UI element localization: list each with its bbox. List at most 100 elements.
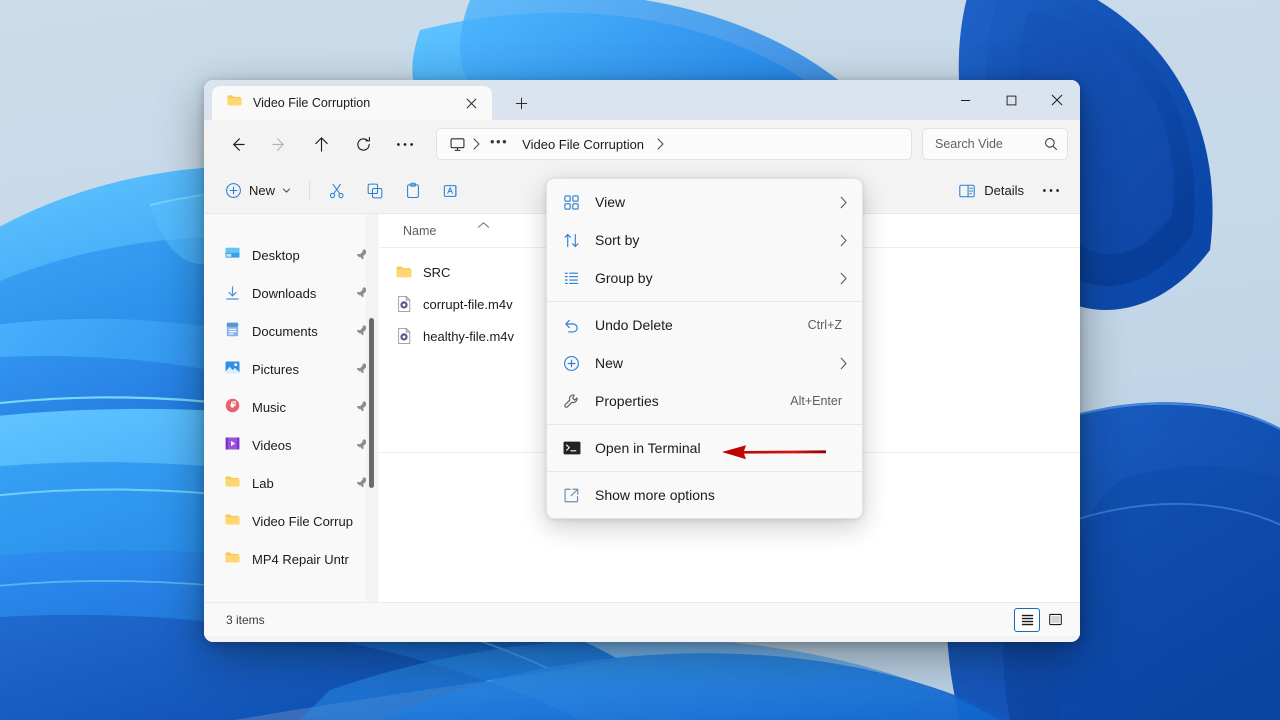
tab-close-icon[interactable] xyxy=(458,90,484,116)
large-icons-view-icon[interactable] xyxy=(1042,608,1068,632)
sidebar-item-desktop[interactable]: Desktop xyxy=(204,236,379,274)
sidebar-item-mp4-repair[interactable]: MP4 Repair Untr xyxy=(204,540,379,578)
minimize-icon[interactable] xyxy=(942,80,988,120)
monitor-icon[interactable] xyxy=(449,136,466,153)
sidebar-item-video-file-corruption[interactable]: Video File Corrup xyxy=(204,502,379,540)
new-button[interactable]: New xyxy=(218,177,301,204)
menu-item-label: View xyxy=(595,194,626,210)
forward-button[interactable] xyxy=(262,128,296,160)
address-bar[interactable]: ••• Video File Corruption xyxy=(436,128,912,160)
folder-icon xyxy=(226,92,243,114)
music-icon xyxy=(224,397,241,417)
menu-item-label: Undo Delete xyxy=(595,317,673,333)
sidebar-item-label: Lab xyxy=(252,475,274,491)
sidebar-item-label: Video File Corrup xyxy=(252,513,353,529)
new-button-label: New xyxy=(249,183,276,198)
navigation-pane: Desktop Downloads Documents Pictures Mus… xyxy=(204,214,379,602)
details-pane-icon xyxy=(958,182,976,200)
navigation-bar: ••• Video File Corruption Search Vide xyxy=(204,120,1080,168)
context-menu: View Sort by Group by Undo Delete Ctrl+Z xyxy=(546,178,863,519)
tab-title: Video File Corruption xyxy=(253,96,371,110)
documents-icon xyxy=(224,321,241,341)
maximize-icon[interactable] xyxy=(988,80,1034,120)
see-more-button[interactable] xyxy=(1034,175,1068,207)
menu-item-label: Group by xyxy=(595,270,653,286)
search-icon[interactable] xyxy=(1044,137,1058,151)
sidebar-item-videos[interactable]: Videos xyxy=(204,426,379,464)
folder-icon xyxy=(224,511,241,531)
column-header-name[interactable]: Name xyxy=(403,224,436,238)
undo-icon xyxy=(563,317,595,334)
window-controls xyxy=(942,80,1080,120)
file-name: corrupt-file.m4v xyxy=(423,296,513,312)
menu-item-show-more-options[interactable]: Show more options xyxy=(547,476,862,514)
search-placeholder: Search Vide xyxy=(935,137,1003,151)
menu-item-accelerator: Ctrl+Z xyxy=(807,318,842,332)
menu-separator xyxy=(547,424,862,425)
navigation-pane-scrollbar[interactable] xyxy=(366,214,378,602)
menu-item-properties[interactable]: Properties Alt+Enter xyxy=(547,382,862,420)
menu-item-label: Sort by xyxy=(595,232,640,248)
pictures-icon xyxy=(224,359,241,379)
chevron-right-icon xyxy=(839,272,848,285)
chevron-right-icon xyxy=(839,196,848,209)
copy-button[interactable] xyxy=(356,175,394,207)
refresh-button[interactable] xyxy=(346,128,380,160)
paste-button[interactable] xyxy=(394,175,432,207)
cut-button[interactable] xyxy=(318,175,356,207)
videos-icon xyxy=(224,435,241,455)
menu-separator xyxy=(547,301,862,302)
details-pane-label: Details xyxy=(984,183,1024,198)
sidebar-item-label: Music xyxy=(252,399,286,415)
folder-icon xyxy=(224,473,241,493)
up-button[interactable] xyxy=(304,128,338,160)
sort-icon xyxy=(563,232,595,249)
sidebar-item-pictures[interactable]: Pictures xyxy=(204,350,379,388)
menu-item-undo-delete[interactable]: Undo Delete Ctrl+Z xyxy=(547,306,862,344)
status-bar: 3 items xyxy=(204,602,1080,636)
plus-circle-icon xyxy=(563,355,595,372)
sidebar-item-downloads[interactable]: Downloads xyxy=(204,274,379,312)
sidebar-item-lab[interactable]: Lab xyxy=(204,464,379,502)
desktop-icon xyxy=(224,245,241,265)
recent-locations-button[interactable] xyxy=(388,128,422,160)
video-file-icon xyxy=(395,295,413,313)
back-button[interactable] xyxy=(220,128,254,160)
menu-item-sort-by[interactable]: Sort by xyxy=(547,221,862,259)
breadcrumb-overflow[interactable]: ••• xyxy=(486,134,512,155)
details-pane-button[interactable]: Details xyxy=(948,177,1034,205)
rename-button[interactable] xyxy=(432,175,470,207)
command-separator xyxy=(309,180,311,201)
item-count-label: 3 items xyxy=(226,612,265,627)
breadcrumb-separator-trailing[interactable] xyxy=(654,138,666,150)
chevron-down-icon xyxy=(282,186,291,195)
menu-item-view[interactable]: View xyxy=(547,183,862,221)
menu-item-new[interactable]: New xyxy=(547,344,862,382)
menu-item-label: Properties xyxy=(595,393,659,409)
folder-icon xyxy=(395,263,413,281)
video-file-icon xyxy=(395,327,413,345)
chevron-up-icon xyxy=(477,217,490,235)
search-input[interactable]: Search Vide xyxy=(922,128,1068,160)
tab-strip: Video File Corruption xyxy=(204,80,534,120)
sidebar-item-music[interactable]: Music xyxy=(204,388,379,426)
file-name: healthy-file.m4v xyxy=(423,328,515,344)
list-view-icon[interactable] xyxy=(1014,607,1040,632)
sidebar-item-label: Pictures xyxy=(252,361,299,377)
scrollbar-thumb[interactable] xyxy=(369,318,374,488)
group-icon xyxy=(563,270,595,287)
menu-item-open-in-terminal[interactable]: Open in Terminal xyxy=(547,429,862,467)
sidebar-item-label: Desktop xyxy=(252,247,300,263)
breadcrumb-separator[interactable] xyxy=(470,138,482,150)
sidebar-item-label: Videos xyxy=(252,437,292,453)
tab-video-file-corruption[interactable]: Video File Corruption xyxy=(212,86,492,120)
plus-circle-icon xyxy=(225,182,242,199)
chevron-right-icon xyxy=(839,234,848,247)
menu-item-group-by[interactable]: Group by xyxy=(547,259,862,297)
sidebar-item-documents[interactable]: Documents xyxy=(204,312,379,350)
breadcrumb-current[interactable]: Video File Corruption xyxy=(516,134,650,155)
wrench-icon xyxy=(563,393,595,410)
close-icon[interactable] xyxy=(1034,80,1080,120)
menu-item-accelerator: Alt+Enter xyxy=(790,394,842,408)
new-tab-button[interactable] xyxy=(508,90,534,116)
